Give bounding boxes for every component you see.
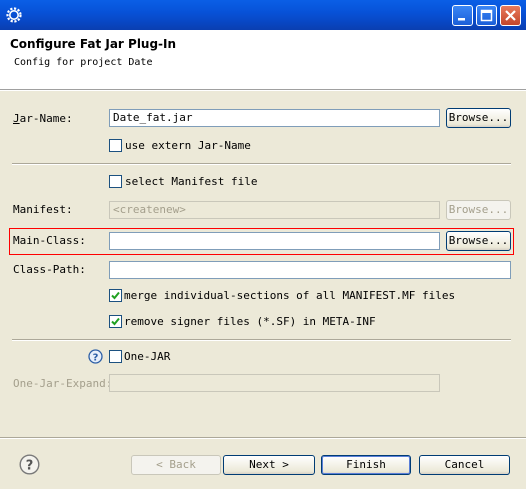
dialog-subtitle: Config for project Date [14,57,153,68]
one-jar-checkbox[interactable] [109,350,122,363]
jar-name-browse-button[interactable]: Browse... [446,108,511,128]
manifest-input: <createnew> [109,201,440,219]
remove-signer-checkbox[interactable] [109,315,122,328]
svg-text:?: ? [26,459,34,474]
dialog-header: Configure Fat Jar Plug-In Config for pro… [4,30,522,88]
merge-sections-checkbox[interactable] [109,289,122,302]
extern-jar-name-label: use extern Jar-Name [125,139,251,152]
main-class-browse-button[interactable]: Browse... [446,231,511,251]
close-icon [505,10,516,21]
manifest-label: Manifest: [13,203,73,216]
remove-signer-label: remove signer files (*.SF) in META-INF [124,315,376,328]
footer-separator [0,437,526,439]
cancel-button[interactable]: Cancel [419,455,510,475]
one-jar-label: One-JAR [124,350,171,363]
minimize-icon [458,18,465,21]
jar-name-input[interactable]: Date_fat.jar [109,109,440,127]
separator [12,339,511,341]
select-manifest-checkbox[interactable] [109,175,122,188]
finish-button[interactable]: Finish [321,455,411,475]
extern-jar-name-checkbox[interactable] [109,139,122,152]
dialog-title: Configure Fat Jar Plug-In [10,37,177,51]
separator [12,163,511,165]
svg-text:?: ? [93,352,99,363]
jar-name-label: Jar-Name: [13,112,73,125]
help-icon[interactable]: ? [88,349,103,364]
maximize-button[interactable] [476,5,497,26]
minimize-button[interactable] [452,5,473,26]
check-icon [111,317,120,326]
title-bar [0,0,526,30]
eclipse-gear-icon[interactable] [5,6,23,24]
help-icon[interactable]: ? [19,454,40,475]
one-jar-expand-label: One-Jar-Expand: [13,377,113,390]
main-class-label: Main-Class: [13,234,86,247]
maximize-icon [480,9,493,22]
merge-sections-label: merge individual-sections of all MANIFES… [124,289,456,302]
main-class-input[interactable] [109,232,440,250]
next-button[interactable]: Next > [223,455,315,475]
header-separator [0,89,526,91]
back-button: < Back [131,455,221,475]
one-jar-expand-input [109,374,440,392]
class-path-input[interactable] [109,261,511,279]
class-path-label: Class-Path: [13,263,86,276]
select-manifest-label: select Manifest file [125,175,258,188]
manifest-browse-button: Browse... [446,200,511,220]
check-icon [111,291,120,300]
close-button[interactable] [500,5,521,26]
